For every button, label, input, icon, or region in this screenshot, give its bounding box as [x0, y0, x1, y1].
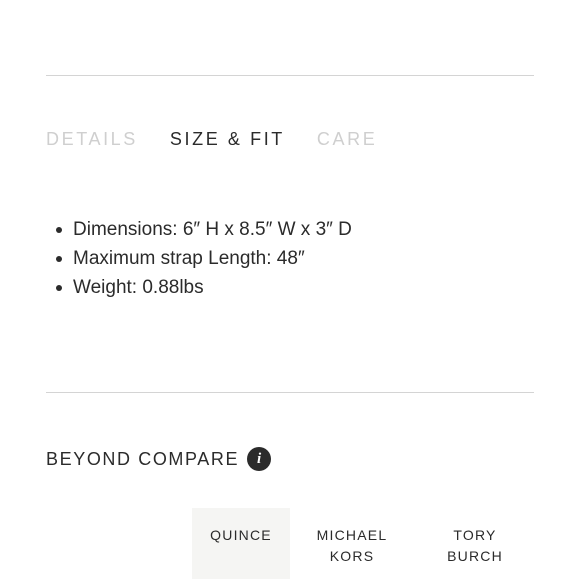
- column-label-line2: KORS: [329, 548, 375, 564]
- dimensions-text: Dimensions: 6″ H x 8.5″ W x 3″ D: [73, 218, 352, 240]
- size-fit-list: Dimensions: 6″ H x 8.5″ W x 3″ D Maximum…: [56, 215, 352, 302]
- tab-size-fit[interactable]: SIZE & FIT: [170, 129, 285, 150]
- list-item: Weight: 0.88lbs: [56, 273, 352, 302]
- strap-length-text: Maximum strap Length: 48″: [73, 247, 305, 269]
- column-label: QUINCE: [210, 527, 272, 543]
- column-label: TORY: [453, 527, 497, 543]
- column-header-michael-kors: MICHAEL KORS: [303, 508, 401, 579]
- column-header-quince: QUINCE: [192, 508, 290, 579]
- list-item: Maximum strap Length: 48″: [56, 244, 352, 273]
- section-divider: [46, 392, 534, 393]
- bullet-dot: [56, 226, 62, 233]
- compare-table-header: QUINCE MICHAEL KORS TORY BURCH: [0, 508, 580, 579]
- column-label-line2: BURCH: [447, 548, 503, 564]
- product-info-section: DETAILS SIZE & FIT CARE Dimensions: 6″ H…: [0, 0, 580, 579]
- column-label: MICHAEL: [316, 527, 388, 543]
- product-info-tabs: DETAILS SIZE & FIT CARE: [46, 129, 377, 150]
- list-item: Dimensions: 6″ H x 8.5″ W x 3″ D: [56, 215, 352, 244]
- bullet-dot: [56, 255, 62, 262]
- compare-title: BEYOND COMPARE: [46, 448, 240, 469]
- weight-text: Weight: 0.88lbs: [73, 276, 204, 298]
- top-divider: [46, 75, 534, 76]
- column-header-tory-burch: TORY BURCH: [426, 508, 524, 579]
- tab-care[interactable]: CARE: [317, 129, 377, 150]
- compare-heading: BEYOND COMPARE i: [46, 447, 272, 471]
- tab-details[interactable]: DETAILS: [46, 129, 138, 150]
- info-icon[interactable]: i: [247, 447, 272, 471]
- bullet-dot: [56, 284, 62, 291]
